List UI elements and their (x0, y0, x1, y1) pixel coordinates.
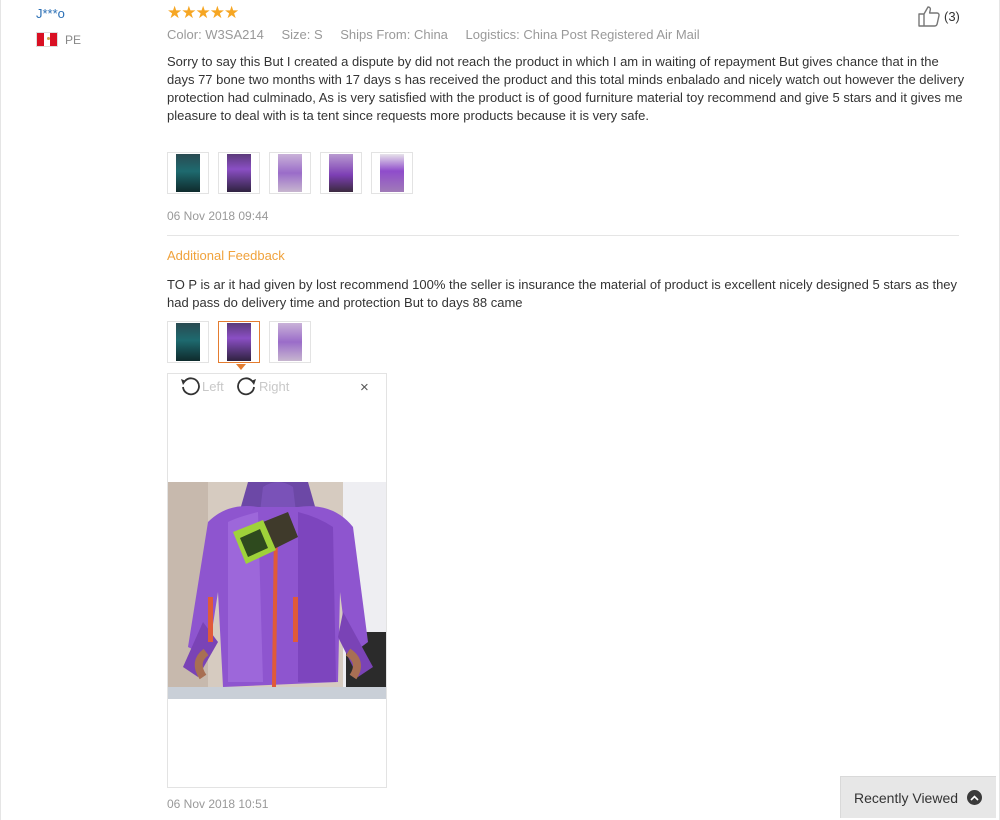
chevron-up-icon (967, 790, 983, 805)
review-photo-thumb[interactable] (269, 152, 311, 194)
helpful-button[interactable]: (3) (917, 5, 960, 27)
rotate-left-icon (181, 377, 200, 396)
review-photo-thumb[interactable] (320, 152, 362, 194)
additional-feedback-text: TO P is ar it had given by lost recommen… (167, 277, 958, 310)
review-photo-thumbnails (167, 152, 422, 194)
review-photo-thumb[interactable] (218, 152, 260, 194)
recently-viewed-label: Recently Viewed (854, 789, 959, 806)
additional-photo-thumb[interactable] (269, 321, 311, 363)
star-icon: ★ (167, 3, 183, 22)
additional-photo-thumb-selected[interactable] (218, 321, 260, 370)
star-rating: ★ ★ ★ ★ ★ (167, 3, 240, 22)
review-photo-thumb[interactable] (371, 152, 413, 194)
reviewer-name[interactable]: J***o (36, 6, 65, 21)
review-photo-large (168, 482, 386, 699)
rotate-left-button[interactable]: Left (179, 376, 224, 396)
additional-feedback-title: Additional Feedback (167, 248, 285, 263)
review-text: Sorry to say this But I created a disput… (167, 54, 965, 123)
divider (167, 235, 959, 236)
review-date: 06 Nov 2018 09:44 (167, 209, 269, 223)
star-icon: ★ (224, 3, 240, 22)
meta-logistics: Logistics: China Post Registered Air Mai… (465, 27, 700, 42)
rotate-right-icon (237, 377, 256, 396)
country-code: PE (65, 32, 82, 47)
jacket-photo-image (168, 482, 386, 699)
star-icon: ★ (195, 3, 211, 22)
rotate-right-label: Right (259, 378, 290, 394)
recently-viewed-button[interactable]: Recently Viewed (840, 776, 996, 818)
rotate-right-button[interactable]: Right (236, 376, 289, 396)
additional-photo-thumbnails (167, 321, 320, 370)
photo-viewer: Left Right × (167, 373, 387, 788)
review-meta: Color: W3SA214 Size: S Ships From: China… (167, 27, 714, 42)
additional-photo-thumb[interactable] (167, 321, 209, 363)
meta-color: Color: W3SA214 (167, 27, 264, 42)
helpful-count: (3) (944, 8, 960, 24)
star-icon: ★ (181, 3, 197, 22)
page-border-left (0, 0, 1, 820)
star-icon: ★ (209, 3, 225, 22)
close-viewer-button[interactable]: × (360, 379, 369, 396)
rotate-left-label: Left (202, 378, 224, 394)
reviewer-country: PE (36, 32, 81, 47)
additional-feedback-date: 06 Nov 2018 10:51 (167, 797, 269, 811)
meta-size: Size: S (281, 27, 323, 42)
thumbs-up-icon (918, 6, 940, 27)
review-photo-thumb[interactable] (167, 152, 209, 194)
meta-ships-from: Ships From: China (340, 27, 448, 42)
peru-flag-icon (36, 32, 58, 47)
